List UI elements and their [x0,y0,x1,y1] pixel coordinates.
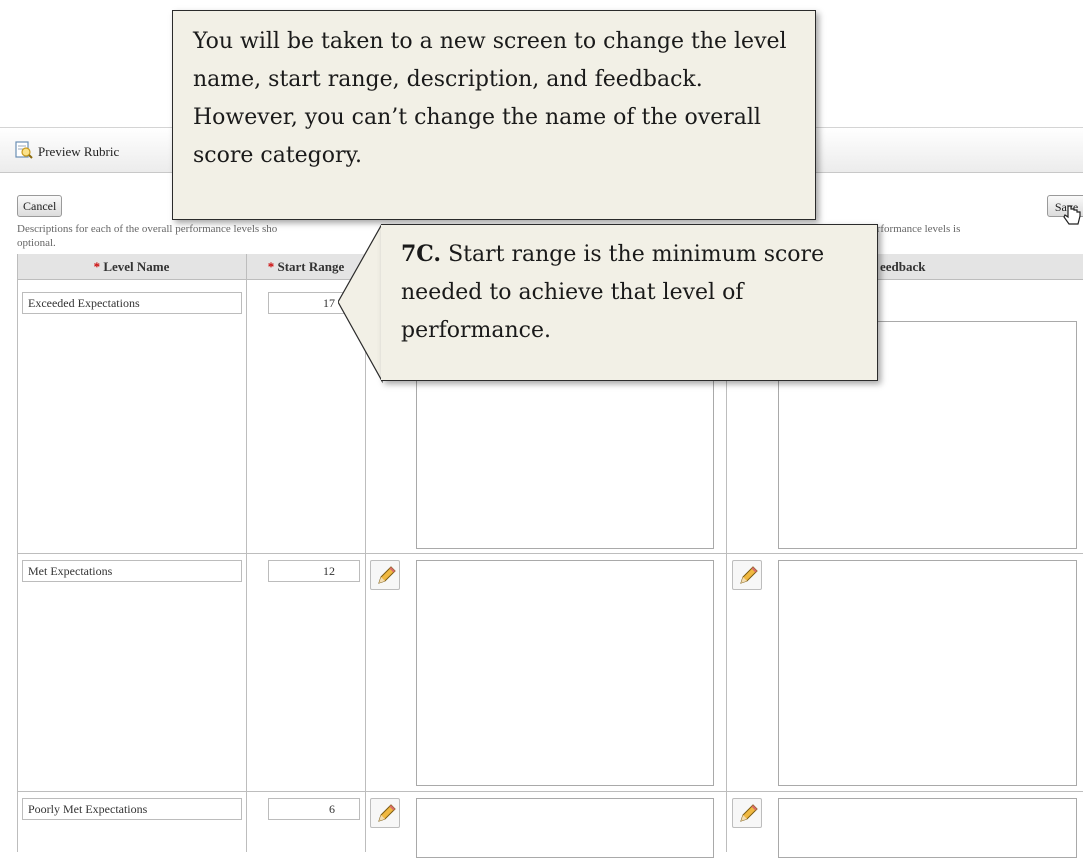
instruction-callout: You will be taken to a new screen to cha… [172,10,816,220]
pencil-icon [740,804,758,822]
pencil-icon [740,566,758,584]
edit-feedback-button[interactable] [732,560,762,590]
edit-description-button[interactable] [370,798,400,828]
feedback-header: eedback [880,259,926,274]
row-divider [17,553,1083,554]
preview-rubric-label: Preview Rubric [38,144,120,159]
preview-icon [14,140,38,164]
feedback-textarea[interactable] [778,798,1077,858]
preview-rubric-link[interactable]: Preview Rubric [14,140,119,164]
row-divider [17,791,1083,792]
required-marker: * [93,259,104,274]
callout-pointer [338,224,386,384]
description-textarea[interactable] [416,798,714,858]
cancel-button[interactable]: Cancel [17,195,63,217]
level-name-input[interactable]: Exceeded Expectations [22,292,242,314]
feedback-textarea[interactable] [778,560,1077,786]
step-text: Start range is the minimum score needed … [401,242,825,343]
description-textarea[interactable] [416,560,714,786]
start-range-input[interactable]: 6 [268,798,360,820]
start-range-callout: 7C. Start range is the minimum score nee… [381,224,878,381]
edit-feedback-button[interactable] [732,798,762,828]
level-name-input[interactable]: Met Expectations [22,560,242,582]
pencil-icon [378,804,396,822]
pencil-icon [378,566,396,584]
edit-description-button[interactable] [370,560,400,590]
start-range-input[interactable]: 12 [268,560,360,582]
level-name-header: * Level Name [93,259,170,274]
step-label: 7C. [401,241,442,267]
level-name-input[interactable]: Poorly Met Expectations [22,798,242,820]
required-marker: * [267,259,278,274]
